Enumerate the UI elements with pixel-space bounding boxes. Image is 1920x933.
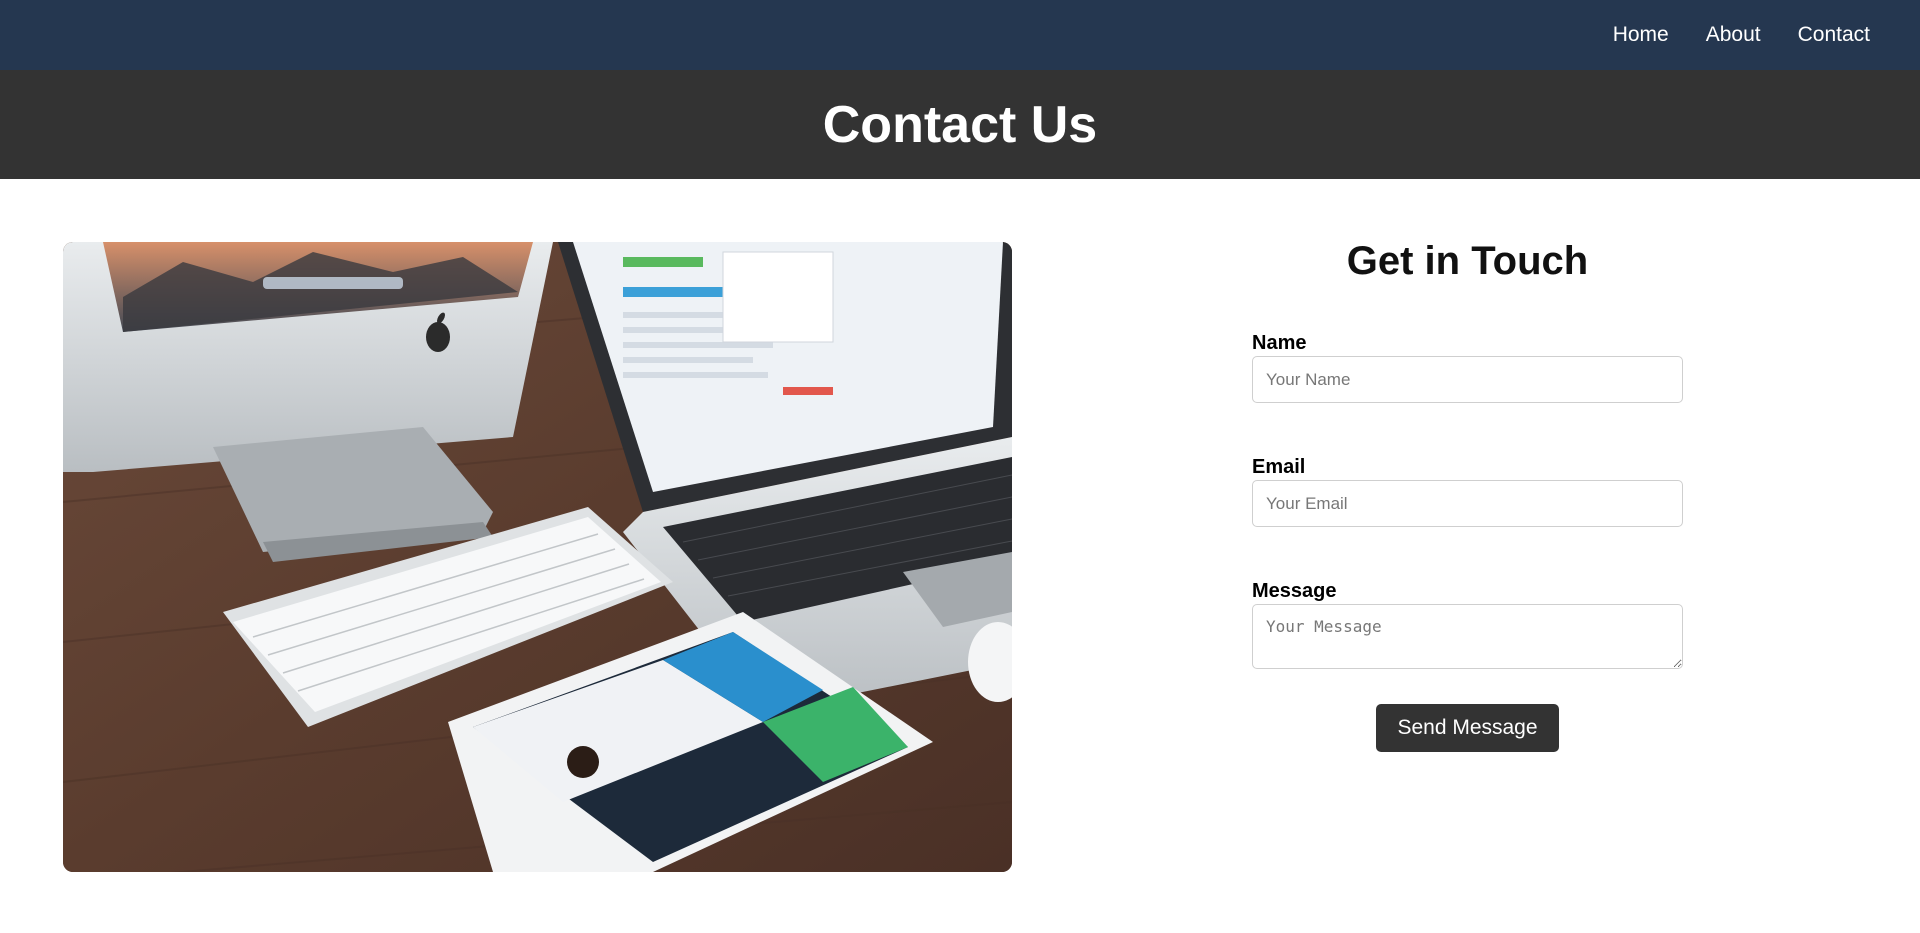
name-field-group: Name bbox=[1252, 332, 1683, 403]
top-navigation: Home About Contact bbox=[0, 0, 1920, 70]
send-message-button[interactable]: Send Message bbox=[1376, 704, 1559, 752]
email-input[interactable] bbox=[1252, 480, 1683, 527]
page-title: Contact Us bbox=[822, 95, 1098, 154]
workspace-photo bbox=[63, 242, 1012, 872]
submit-row: Send Message bbox=[1252, 704, 1683, 752]
email-field-group: Email bbox=[1252, 456, 1683, 527]
message-textarea[interactable] bbox=[1252, 604, 1683, 669]
message-label: Message bbox=[1252, 580, 1337, 602]
workspace-illustration bbox=[63, 242, 1012, 872]
message-field-group: Message bbox=[1252, 580, 1683, 674]
form-title: Get in Touch bbox=[1346, 239, 1589, 283]
nav-contact-link[interactable]: Contact bbox=[1798, 23, 1870, 47]
nav-about-link[interactable]: About bbox=[1706, 23, 1761, 47]
name-input[interactable] bbox=[1252, 356, 1683, 403]
contact-form-panel: Get in Touch Name Email Message Send Mes… bbox=[1252, 239, 1683, 752]
page-banner: Contact Us bbox=[0, 70, 1920, 179]
name-label: Name bbox=[1252, 332, 1307, 354]
nav-home-link[interactable]: Home bbox=[1613, 23, 1669, 47]
main-content: Get in Touch Name Email Message Send Mes… bbox=[0, 179, 1920, 933]
email-label: Email bbox=[1252, 456, 1306, 478]
